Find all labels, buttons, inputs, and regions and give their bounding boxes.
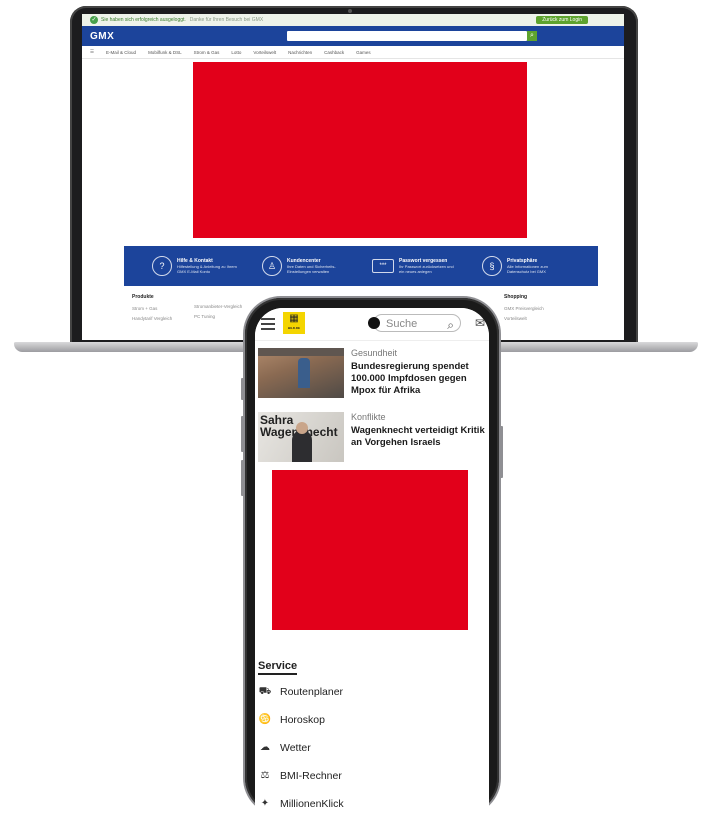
logout-notice: Sie haben sich erfolgreich ausgeloggt. [101,17,186,23]
check-icon: ✓ [90,16,98,24]
service-text: Alle Informationen zum Datenschutz bei G… [507,264,548,274]
horoscope-icon: ♋ [258,714,272,725]
help-icon: ? [152,256,172,276]
service-item-label: Horoskop [280,714,325,726]
mobile-ad-placeholder [272,470,468,630]
mobile-screen: ▦ BILD.DE Suche ⌕ ✉ Gesundheit Bundesregi… [255,308,489,814]
service-help[interactable]: ? Hilfe & Kontakt Hilfestellung & Anleitu… [152,256,240,276]
desktop-screen: ✓ Sie haben sich erfolgreich ausgeloggt.… [82,14,624,340]
footer-link[interactable]: PC Tuning [194,314,242,319]
gmx-logo[interactable]: GMX [90,31,114,42]
nav-item[interactable]: Cashback [324,50,344,55]
lottery-icon: ✦ [260,798,270,809]
phone-volume-down-button [241,460,244,496]
gmx-header: GMX ⌕ [82,26,624,46]
service-customer-center[interactable]: ♙ Kundencenter Ihre Daten und Sicherheits… [262,256,350,276]
article-thumbnail[interactable] [258,348,344,398]
footer-heading: Shopping [504,294,528,300]
article-thumbnail[interactable]: Sahra Wagenknecht [258,412,344,462]
search-icon[interactable]: ⌕ [447,316,454,334]
service-password[interactable]: *** Passwort vergessen Ihr Passwort zurüc… [372,258,460,274]
service-heading: Service [258,660,298,675]
car-icon: ⛟ [258,686,272,697]
footer-link[interactable]: GMX Preisvergleich [504,306,544,311]
footer-heading: Produkte [132,294,154,300]
phone-power-button [500,426,503,478]
search-placeholder: Suche [386,318,418,330]
hamburger-menu-icon[interactable] [261,318,275,333]
nav-item[interactable]: Nachrichten [288,50,312,55]
search-icon[interactable]: ⌕ [527,31,537,41]
nav-item[interactable]: Games [356,50,371,55]
article-card[interactable]: Sahra Wagenknecht Konflikte Wagenknecht … [258,412,486,472]
service-item-horoskop[interactable]: ♋ Horoskop [258,710,478,730]
phone-front-camera [368,317,380,329]
password-icon: *** [372,259,394,273]
service-text: Ihr Passwort zurücksetzen und ein neues … [399,264,454,274]
phone-mockup: ▦ BILD.DE Suche ⌕ ✉ Gesundheit Bundesregi… [241,298,503,814]
footer-col-shopping: Shopping GMX Preisvergleich Vorteilswelt [504,294,544,326]
service-item-bmi[interactable]: ⚖ BMI-Rechner [258,766,478,786]
mail-icon[interactable]: ✉ [475,316,485,330]
article-category: Konflikte [351,412,386,422]
footer-link[interactable]: Handytarif Vergleich [132,316,172,321]
nav-item[interactable]: Strom & Gas [194,50,220,55]
weather-icon: ☁ [260,742,270,753]
service-item-routenplaner[interactable]: ⛟ Routenplaner [258,682,478,702]
nav-item[interactable]: Vorteilswelt [253,50,276,55]
footer-col-products: Produkte Strom + Gas Handytarif Vergleic… [132,294,172,326]
back-to-login-button[interactable]: Zurück zum Login [536,16,588,24]
article-category: Gesundheit [351,348,398,358]
menu-icon[interactable]: ☰ [90,49,94,55]
service-text: Hilfestellung & Anleitung zu Ihrem GMX E… [177,264,237,274]
desktop-ad-placeholder [193,62,527,238]
mobile-search-input[interactable]: Suche ⌕ [373,314,461,332]
logout-notice-sub: Danke für Ihren Besuch bei GMX [189,17,264,23]
laptop-camera [348,9,352,13]
service-item-label: MillionenKlick [280,798,344,810]
service-text: Ihre Daten und Sicherheits-Einstellungen… [287,264,336,274]
logout-notice-bar: ✓ Sie haben sich erfolgreich ausgeloggt.… [82,14,624,26]
footer-link[interactable]: Stromanbieter-Vergleich [194,304,242,309]
user-icon: ♙ [262,256,282,276]
footer-col-2: Stromanbieter-Vergleich PC Tuning [194,304,242,324]
nav-item[interactable]: Mobilfunk & DSL [148,50,182,55]
desktop-service-band: ? Hilfe & Kontakt Hilfestellung & Anleitu… [124,246,598,286]
article-title[interactable]: Bundesregierung spendet 100.000 Impfdose… [351,361,489,397]
bild-logo[interactable]: ▦ BILD.DE [283,312,305,334]
service-item-wetter[interactable]: ☁ Wetter [258,738,478,758]
service-item-label: Routenplaner [280,686,344,698]
service-item-millionenklick[interactable]: ✦ MillionenKlick [258,794,478,814]
article-card[interactable]: Gesundheit Bundesregierung spendet 100.0… [258,348,486,408]
service-privacy[interactable]: § Privatsphäre Alle Informationen zum Dat… [482,256,570,276]
desktop-nav: ☰ E-Mail & Cloud Mobilfunk & DSL Strom &… [82,46,624,59]
nav-item[interactable]: E-Mail & Cloud [106,50,136,55]
nav-item[interactable]: Lotto [231,50,241,55]
phone-mute-button [241,378,244,400]
phone-volume-up-button [241,416,244,452]
service-item-label: BMI-Rechner [280,770,342,782]
bmi-icon: ⚖ [260,770,270,781]
desktop-search-input[interactable] [287,31,527,41]
logo-text: BILD.DE [288,326,300,330]
article-title[interactable]: Wagenknecht verteidigt Kritik an Vorgehe… [351,425,489,449]
service-item-label: Wetter [280,742,311,754]
mobile-header: ▦ BILD.DE Suche ⌕ ✉ [255,308,489,341]
shield-icon: § [482,256,502,276]
footer-link[interactable]: Strom + Gas [132,306,172,311]
footer-link[interactable]: Vorteilswelt [504,316,544,321]
